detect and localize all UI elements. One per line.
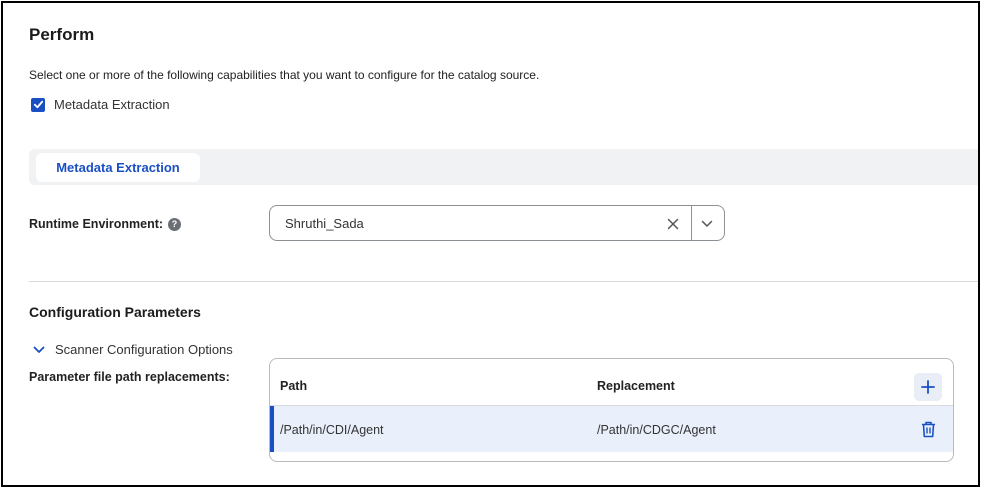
- runtime-dropdown-toggle[interactable]: [698, 215, 716, 233]
- plus-icon: [921, 380, 935, 394]
- page-title: Perform: [29, 25, 95, 44]
- perform-panel: Perform Select one or more of the follow…: [1, 1, 980, 487]
- configuration-parameters-title: Configuration Parameters: [29, 304, 201, 320]
- runtime-environment-label-text: Runtime Environment:: [29, 217, 164, 231]
- close-icon: [667, 218, 679, 230]
- scanner-configuration-label: Scanner Configuration Options: [55, 342, 233, 357]
- runtime-environment-select[interactable]: Shruthi_Sada: [269, 205, 725, 241]
- column-header-replacement: Replacement: [597, 379, 675, 393]
- tab-metadata-extraction[interactable]: Metadata Extraction: [36, 153, 200, 182]
- section-divider: [29, 281, 978, 282]
- cell-replacement[interactable]: /Path/in/CDGC/Agent: [597, 423, 716, 437]
- clear-selection-button[interactable]: [664, 215, 682, 233]
- row-selection-marker: [270, 406, 274, 452]
- page-description: Select one or more of the following capa…: [29, 68, 540, 82]
- runtime-environment-label: Runtime Environment: ?: [29, 217, 182, 231]
- question-circle-icon[interactable]: ?: [168, 217, 182, 231]
- table-row[interactable]: /Path/in/CDI/Agent /Path/in/CDGC/Agent: [270, 406, 953, 452]
- cell-path[interactable]: /Path/in/CDI/Agent: [280, 423, 384, 437]
- add-row-button[interactable]: [914, 373, 942, 401]
- chevron-down-icon: [701, 220, 713, 227]
- scanner-configuration-expander[interactable]: Scanner Configuration Options: [33, 342, 233, 357]
- column-header-path: Path: [280, 379, 308, 393]
- path-replacements-table: Path Replacement /Path/in/CDI/Agent /Pat…: [269, 358, 954, 462]
- metadata-extraction-checkbox[interactable]: [31, 97, 45, 112]
- metadata-extraction-checkbox-label: Metadata Extraction: [54, 97, 170, 112]
- path-replacements-label: Parameter file path replacements:: [29, 370, 230, 384]
- delete-row-button[interactable]: [919, 419, 937, 439]
- select-divider: [691, 206, 692, 240]
- table-header: Path Replacement: [270, 359, 953, 406]
- runtime-environment-value: Shruthi_Sada: [285, 216, 364, 231]
- chevron-down-icon: [33, 346, 45, 353]
- trash-icon: [921, 421, 935, 437]
- check-icon: [33, 100, 43, 109]
- capability-metadata-extraction[interactable]: Metadata Extraction: [31, 97, 170, 112]
